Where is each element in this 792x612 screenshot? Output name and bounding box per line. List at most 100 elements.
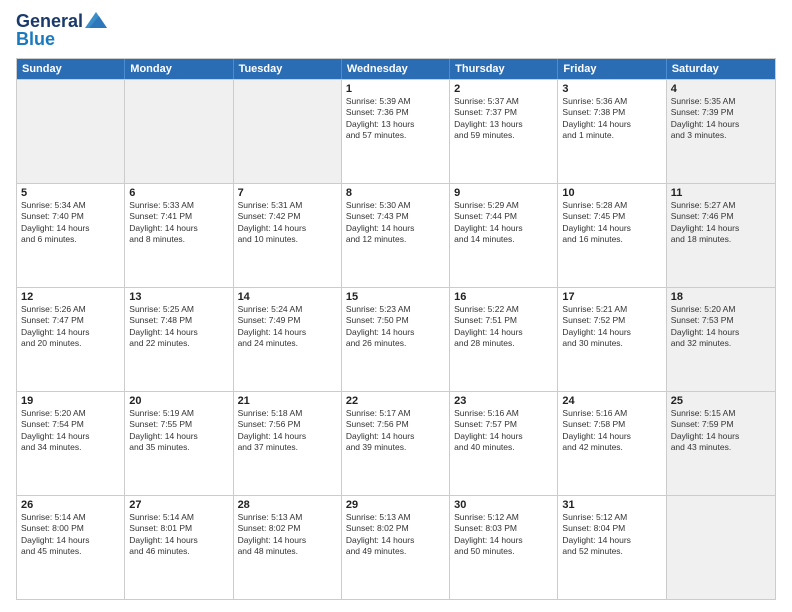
cal-cell-4-1: 27Sunrise: 5:14 AMSunset: 8:01 PMDayligh… [125,496,233,599]
day-number: 29 [346,499,445,511]
cell-line: Sunrise: 5:35 AM [671,96,771,107]
cell-line: Daylight: 14 hours [238,327,337,338]
cell-line: and 3 minutes. [671,130,771,141]
cell-line: Sunset: 7:37 PM [454,107,553,118]
cell-line: Sunset: 7:39 PM [671,107,771,118]
cell-line: and 49 minutes. [346,546,445,557]
cell-line: Sunrise: 5:24 AM [238,304,337,315]
day-number: 21 [238,395,337,407]
cell-line: Sunset: 7:46 PM [671,211,771,222]
cell-line: Sunrise: 5:21 AM [562,304,661,315]
calendar: SundayMondayTuesdayWednesdayThursdayFrid… [16,58,776,600]
cell-line: Daylight: 14 hours [454,535,553,546]
day-number: 8 [346,187,445,199]
calendar-row-2: 12Sunrise: 5:26 AMSunset: 7:47 PMDayligh… [17,287,775,391]
day-number: 30 [454,499,553,511]
day-number: 28 [238,499,337,511]
cal-cell-3-3: 22Sunrise: 5:17 AMSunset: 7:56 PMDayligh… [342,392,450,495]
day-number: 20 [129,395,228,407]
day-number: 22 [346,395,445,407]
page: General Blue SundayMondayTuesdayWednesda… [0,0,792,612]
cell-line: Sunrise: 5:25 AM [129,304,228,315]
cell-line: Daylight: 14 hours [238,535,337,546]
cell-line: and 12 minutes. [346,234,445,245]
cell-line: Daylight: 13 hours [454,119,553,130]
cell-line: Daylight: 14 hours [454,431,553,442]
cell-line: Daylight: 14 hours [129,431,228,442]
cell-line: and 10 minutes. [238,234,337,245]
cell-line: and 50 minutes. [454,546,553,557]
cell-line: Sunset: 7:59 PM [671,419,771,430]
cell-line: Daylight: 14 hours [562,223,661,234]
cell-line: and 57 minutes. [346,130,445,141]
cal-cell-3-1: 20Sunrise: 5:19 AMSunset: 7:55 PMDayligh… [125,392,233,495]
cal-cell-0-6: 4Sunrise: 5:35 AMSunset: 7:39 PMDaylight… [667,80,775,183]
day-number: 15 [346,291,445,303]
day-number: 1 [346,83,445,95]
cal-cell-4-5: 31Sunrise: 5:12 AMSunset: 8:04 PMDayligh… [558,496,666,599]
day-number: 26 [21,499,120,511]
cal-cell-2-1: 13Sunrise: 5:25 AMSunset: 7:48 PMDayligh… [125,288,233,391]
cell-line: Sunset: 7:53 PM [671,315,771,326]
cell-line: and 26 minutes. [346,338,445,349]
cell-line: Sunset: 7:38 PM [562,107,661,118]
cal-cell-0-1 [125,80,233,183]
cell-line: Daylight: 14 hours [346,431,445,442]
cell-line: Sunrise: 5:39 AM [346,96,445,107]
calendar-body: 1Sunrise: 5:39 AMSunset: 7:36 PMDaylight… [17,79,775,599]
cal-cell-4-4: 30Sunrise: 5:12 AMSunset: 8:03 PMDayligh… [450,496,558,599]
header-day-saturday: Saturday [667,59,775,79]
cal-cell-2-3: 15Sunrise: 5:23 AMSunset: 7:50 PMDayligh… [342,288,450,391]
cell-line: Sunrise: 5:29 AM [454,200,553,211]
cell-line: and 39 minutes. [346,442,445,453]
day-number: 12 [21,291,120,303]
cal-cell-2-5: 17Sunrise: 5:21 AMSunset: 7:52 PMDayligh… [558,288,666,391]
day-number: 10 [562,187,661,199]
cell-line: Sunrise: 5:15 AM [671,408,771,419]
cell-line: Sunset: 7:57 PM [454,419,553,430]
cell-line: and 28 minutes. [454,338,553,349]
cell-line: Sunset: 7:43 PM [346,211,445,222]
cell-line: Sunrise: 5:16 AM [562,408,661,419]
cell-line: Sunset: 7:44 PM [454,211,553,222]
cal-cell-1-3: 8Sunrise: 5:30 AMSunset: 7:43 PMDaylight… [342,184,450,287]
cell-line: Sunrise: 5:28 AM [562,200,661,211]
cell-line: Sunrise: 5:14 AM [21,512,120,523]
day-number: 4 [671,83,771,95]
cell-line: Sunset: 7:40 PM [21,211,120,222]
cell-line: Daylight: 14 hours [671,223,771,234]
header-day-friday: Friday [558,59,666,79]
cell-line: Daylight: 14 hours [21,327,120,338]
cal-cell-4-2: 28Sunrise: 5:13 AMSunset: 8:02 PMDayligh… [234,496,342,599]
day-number: 31 [562,499,661,511]
cell-line: Daylight: 14 hours [671,119,771,130]
cell-line: Sunset: 7:54 PM [21,419,120,430]
cell-line: and 59 minutes. [454,130,553,141]
cal-cell-2-0: 12Sunrise: 5:26 AMSunset: 7:47 PMDayligh… [17,288,125,391]
cell-line: Sunrise: 5:20 AM [21,408,120,419]
cell-line: and 14 minutes. [454,234,553,245]
cell-line: Sunset: 7:48 PM [129,315,228,326]
day-number: 27 [129,499,228,511]
cell-line: Daylight: 14 hours [562,431,661,442]
cell-line: Sunset: 7:42 PM [238,211,337,222]
cell-line: and 22 minutes. [129,338,228,349]
header-day-monday: Monday [125,59,233,79]
cal-cell-0-0 [17,80,125,183]
cell-line: and 42 minutes. [562,442,661,453]
cal-cell-1-0: 5Sunrise: 5:34 AMSunset: 7:40 PMDaylight… [17,184,125,287]
cell-line: Sunset: 8:01 PM [129,523,228,534]
cell-line: and 16 minutes. [562,234,661,245]
header-day-tuesday: Tuesday [234,59,342,79]
cell-line: Daylight: 14 hours [346,223,445,234]
cal-cell-1-2: 7Sunrise: 5:31 AMSunset: 7:42 PMDaylight… [234,184,342,287]
cell-line: Sunrise: 5:22 AM [454,304,553,315]
cell-line: Sunrise: 5:13 AM [346,512,445,523]
cell-line: and 35 minutes. [129,442,228,453]
day-number: 2 [454,83,553,95]
cell-line: Daylight: 14 hours [129,327,228,338]
cell-line: Daylight: 14 hours [21,535,120,546]
day-number: 6 [129,187,228,199]
cell-line: Sunrise: 5:37 AM [454,96,553,107]
cell-line: Daylight: 14 hours [454,223,553,234]
